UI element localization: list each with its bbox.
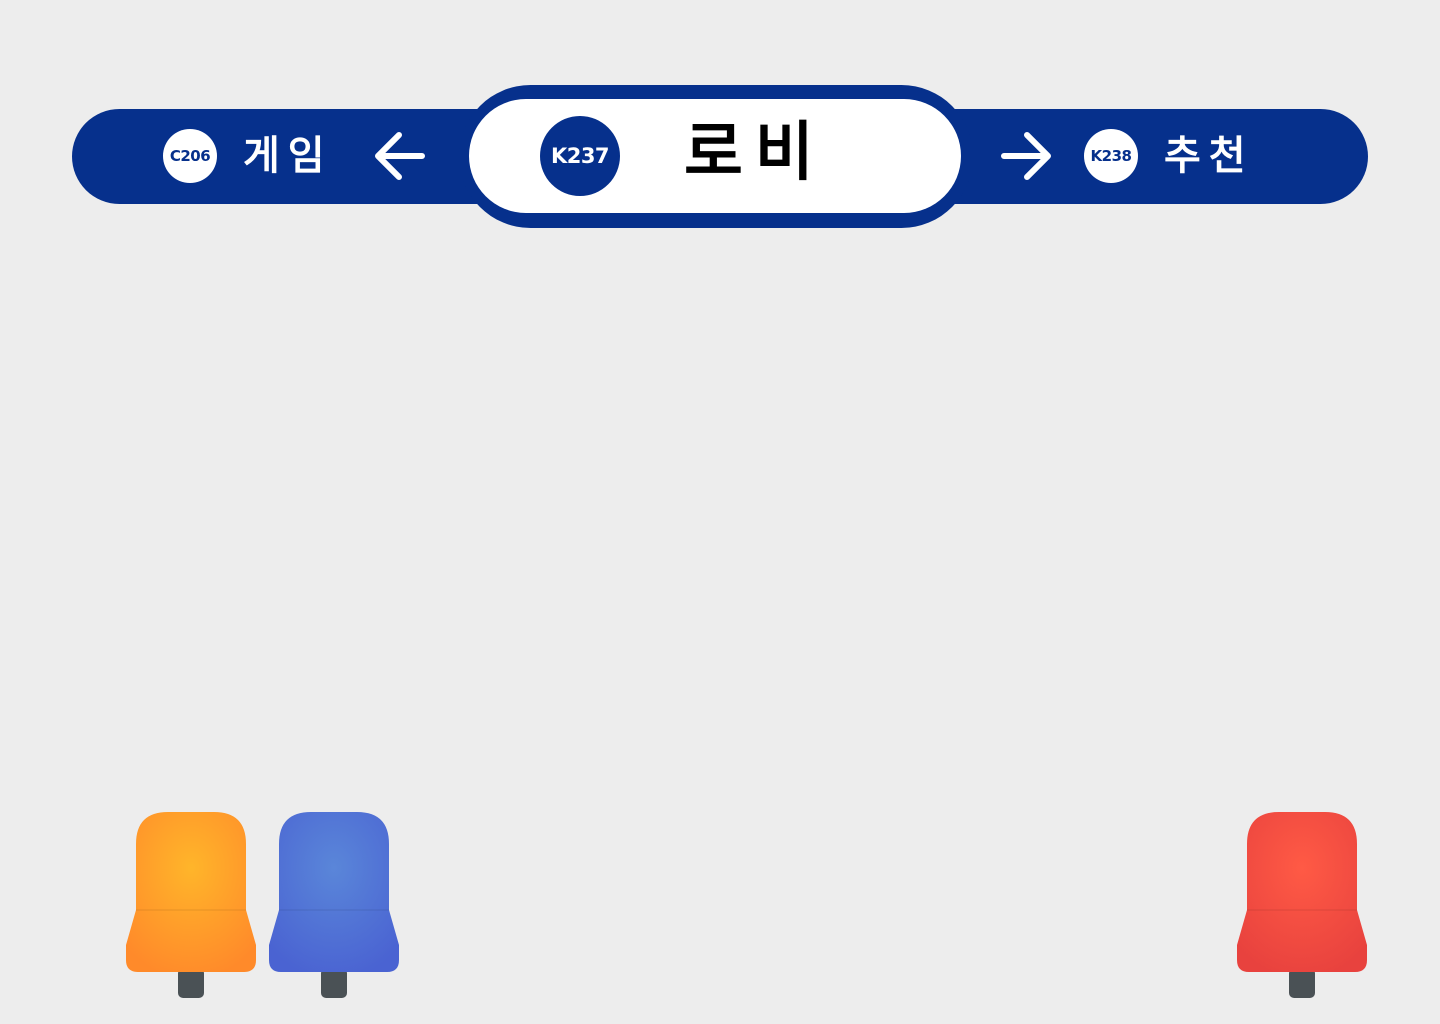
current-station-name: 로비	[684, 116, 826, 190]
prev-station-link[interactable]: C206 게임	[150, 109, 450, 204]
seat-red[interactable]	[1235, 810, 1369, 1000]
seat-red-icon	[1237, 812, 1367, 998]
prev-station-code: C206	[169, 147, 211, 165]
current-station-code-badge: K237	[540, 116, 620, 196]
seat-blue[interactable]	[267, 810, 401, 1000]
seat-blue-icon	[269, 812, 399, 998]
next-station-code: K238	[1090, 147, 1132, 165]
prev-station-name: 게임	[243, 133, 333, 179]
arrow-left-icon	[375, 132, 425, 180]
prev-station-code-badge: C206	[163, 129, 217, 183]
next-station-link[interactable]: K238 추천	[990, 109, 1290, 204]
lobby-scene: C206 게임 K237 로비 K238 추천	[0, 0, 1440, 1024]
next-station-name: 추천	[1164, 133, 1254, 179]
current-station-code: K237	[550, 144, 610, 168]
seat-orange-icon	[126, 812, 256, 998]
arrow-right-icon	[1001, 132, 1051, 180]
seat-orange[interactable]	[124, 810, 258, 1000]
next-station-code-badge: K238	[1084, 129, 1138, 183]
